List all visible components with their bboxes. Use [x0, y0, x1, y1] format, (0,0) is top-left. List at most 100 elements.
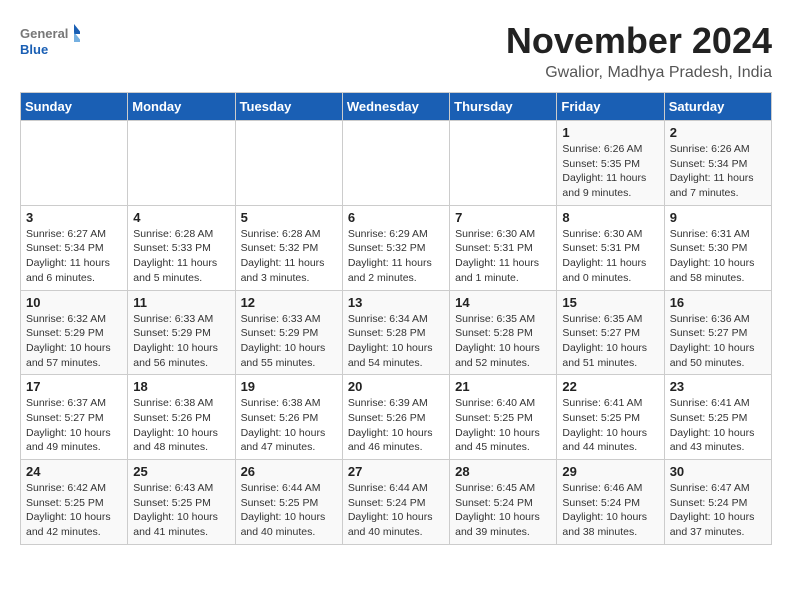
- day-info: Sunrise: 6:28 AM Sunset: 5:33 PM Dayligh…: [133, 227, 229, 286]
- calendar-cell: 2Sunrise: 6:26 AM Sunset: 5:34 PM Daylig…: [664, 121, 771, 206]
- calendar-cell: 9 Sunrise: 6:31 AM Sunset: 5:30 PM Daylig…: [664, 205, 771, 290]
- weekday-header: Thursday: [450, 93, 557, 121]
- day-info: Sunrise: 6:34 AM Sunset: 5:28 PM Dayligh…: [348, 312, 444, 371]
- calendar-week-row: 1 Sunrise: 6:26 AM Sunset: 5:35 PM Daylig…: [21, 121, 772, 206]
- svg-text:Blue: Blue: [20, 42, 48, 57]
- calendar-cell: 17 Sunrise: 6:37 AM Sunset: 5:27 PM Dayli…: [21, 375, 128, 460]
- day-info: Sunrise: 6:30 AM Sunset: 5:31 PM Dayligh…: [455, 227, 551, 286]
- day-number: 10: [26, 295, 122, 310]
- calendar-cell: 5Sunrise: 6:28 AM Sunset: 5:32 PM Daylig…: [235, 205, 342, 290]
- day-number: 16: [670, 295, 766, 310]
- calendar-week-row: 17 Sunrise: 6:37 AM Sunset: 5:27 PM Dayli…: [21, 375, 772, 460]
- day-info: Sunrise: 6:40 AM Sunset: 5:25 PM Dayligh…: [455, 396, 551, 455]
- location: Gwalior, Madhya Pradesh, India: [506, 64, 772, 82]
- day-info: Sunrise: 6:46 AM Sunset: 5:24 PM Dayligh…: [562, 481, 658, 540]
- calendar-cell: 30Sunrise: 6:47 AM Sunset: 5:24 PM Dayli…: [664, 460, 771, 545]
- day-number: 13: [348, 295, 444, 310]
- weekday-header: Saturday: [664, 93, 771, 121]
- day-info: Sunrise: 6:45 AM Sunset: 5:24 PM Dayligh…: [455, 481, 551, 540]
- day-info: Sunrise: 6:35 AM Sunset: 5:28 PM Dayligh…: [455, 312, 551, 371]
- calendar-cell: 6Sunrise: 6:29 AM Sunset: 5:32 PM Daylig…: [342, 205, 449, 290]
- calendar-cell: 23Sunrise: 6:41 AM Sunset: 5:25 PM Dayli…: [664, 375, 771, 460]
- calendar-cell: 20 Sunrise: 6:39 AM Sunset: 5:26 PM Dayli…: [342, 375, 449, 460]
- weekday-header: Tuesday: [235, 93, 342, 121]
- weekday-header-row: SundayMondayTuesdayWednesdayThursdayFrid…: [21, 93, 772, 121]
- day-info: Sunrise: 6:37 AM Sunset: 5:27 PM Dayligh…: [26, 396, 122, 455]
- day-info: Sunrise: 6:26 AM Sunset: 5:35 PM Dayligh…: [562, 142, 658, 201]
- calendar-cell: 10 Sunrise: 6:32 AM Sunset: 5:29 PM Dayli…: [21, 290, 128, 375]
- day-number: 28: [455, 464, 551, 479]
- day-info: Sunrise: 6:39 AM Sunset: 5:26 PM Dayligh…: [348, 396, 444, 455]
- day-info: Sunrise: 6:33 AM Sunset: 5:29 PM Dayligh…: [133, 312, 229, 371]
- day-number: 21: [455, 379, 551, 394]
- calendar-cell: 21 Sunrise: 6:40 AM Sunset: 5:25 PM Dayli…: [450, 375, 557, 460]
- day-info: Sunrise: 6:31 AM Sunset: 5:30 PM Dayligh…: [670, 227, 766, 286]
- day-number: 30: [670, 464, 766, 479]
- day-info: Sunrise: 6:41 AM Sunset: 5:25 PM Dayligh…: [670, 396, 766, 455]
- day-number: 26: [241, 464, 337, 479]
- day-number: 1: [562, 125, 658, 140]
- calendar-cell: 7 Sunrise: 6:30 AM Sunset: 5:31 PM Daylig…: [450, 205, 557, 290]
- day-number: 2: [670, 125, 766, 140]
- day-number: 14: [455, 295, 551, 310]
- calendar-cell: 13 Sunrise: 6:34 AM Sunset: 5:28 PM Dayli…: [342, 290, 449, 375]
- day-info: Sunrise: 6:27 AM Sunset: 5:34 PM Dayligh…: [26, 227, 122, 286]
- calendar-cell: 27 Sunrise: 6:44 AM Sunset: 5:24 PM Dayli…: [342, 460, 449, 545]
- day-number: 17: [26, 379, 122, 394]
- day-number: 25: [133, 464, 229, 479]
- calendar-cell: 24 Sunrise: 6:42 AM Sunset: 5:25 PM Dayli…: [21, 460, 128, 545]
- logo: General Blue: [20, 20, 80, 64]
- calendar-cell: 8Sunrise: 6:30 AM Sunset: 5:31 PM Daylig…: [557, 205, 664, 290]
- calendar-week-row: 3 Sunrise: 6:27 AM Sunset: 5:34 PM Daylig…: [21, 205, 772, 290]
- calendar-cell: 22Sunrise: 6:41 AM Sunset: 5:25 PM Dayli…: [557, 375, 664, 460]
- day-info: Sunrise: 6:42 AM Sunset: 5:25 PM Dayligh…: [26, 481, 122, 540]
- day-info: Sunrise: 6:38 AM Sunset: 5:26 PM Dayligh…: [241, 396, 337, 455]
- calendar-week-row: 24 Sunrise: 6:42 AM Sunset: 5:25 PM Dayli…: [21, 460, 772, 545]
- day-number: 12: [241, 295, 337, 310]
- day-number: 9: [670, 210, 766, 225]
- day-info: Sunrise: 6:33 AM Sunset: 5:29 PM Dayligh…: [241, 312, 337, 371]
- calendar-cell: 19 Sunrise: 6:38 AM Sunset: 5:26 PM Dayli…: [235, 375, 342, 460]
- day-info: Sunrise: 6:44 AM Sunset: 5:25 PM Dayligh…: [241, 481, 337, 540]
- weekday-header: Sunday: [21, 93, 128, 121]
- day-number: 18: [133, 379, 229, 394]
- day-info: Sunrise: 6:44 AM Sunset: 5:24 PM Dayligh…: [348, 481, 444, 540]
- day-info: Sunrise: 6:32 AM Sunset: 5:29 PM Dayligh…: [26, 312, 122, 371]
- day-number: 4: [133, 210, 229, 225]
- calendar-cell: 14 Sunrise: 6:35 AM Sunset: 5:28 PM Dayli…: [450, 290, 557, 375]
- day-number: 27: [348, 464, 444, 479]
- day-info: Sunrise: 6:28 AM Sunset: 5:32 PM Dayligh…: [241, 227, 337, 286]
- day-number: 6: [348, 210, 444, 225]
- weekday-header: Friday: [557, 93, 664, 121]
- calendar-cell: 12 Sunrise: 6:33 AM Sunset: 5:29 PM Dayli…: [235, 290, 342, 375]
- day-number: 19: [241, 379, 337, 394]
- page-header: General Blue November 2024 Gwalior, Madh…: [20, 20, 772, 82]
- day-number: 24: [26, 464, 122, 479]
- day-info: Sunrise: 6:38 AM Sunset: 5:26 PM Dayligh…: [133, 396, 229, 455]
- day-number: 11: [133, 295, 229, 310]
- calendar-cell: [128, 121, 235, 206]
- logo-svg: General Blue: [20, 20, 80, 64]
- day-number: 29: [562, 464, 658, 479]
- calendar-cell: [450, 121, 557, 206]
- month-title: November 2024: [506, 20, 772, 62]
- calendar-cell: 16Sunrise: 6:36 AM Sunset: 5:27 PM Dayli…: [664, 290, 771, 375]
- calendar-cell: [235, 121, 342, 206]
- day-number: 7: [455, 210, 551, 225]
- day-number: 22: [562, 379, 658, 394]
- calendar-cell: 28 Sunrise: 6:45 AM Sunset: 5:24 PM Dayli…: [450, 460, 557, 545]
- calendar-cell: 29 Sunrise: 6:46 AM Sunset: 5:24 PM Dayli…: [557, 460, 664, 545]
- calendar-cell: 4 Sunrise: 6:28 AM Sunset: 5:33 PM Daylig…: [128, 205, 235, 290]
- day-number: 15: [562, 295, 658, 310]
- calendar-table: SundayMondayTuesdayWednesdayThursdayFrid…: [20, 92, 772, 545]
- day-number: 3: [26, 210, 122, 225]
- svg-text:General: General: [20, 26, 68, 41]
- weekday-header: Wednesday: [342, 93, 449, 121]
- day-number: 20: [348, 379, 444, 394]
- calendar-week-row: 10 Sunrise: 6:32 AM Sunset: 5:29 PM Dayli…: [21, 290, 772, 375]
- calendar-cell: 11 Sunrise: 6:33 AM Sunset: 5:29 PM Dayli…: [128, 290, 235, 375]
- calendar-cell: 3 Sunrise: 6:27 AM Sunset: 5:34 PM Daylig…: [21, 205, 128, 290]
- calendar-cell: [342, 121, 449, 206]
- day-number: 8: [562, 210, 658, 225]
- calendar-cell: [21, 121, 128, 206]
